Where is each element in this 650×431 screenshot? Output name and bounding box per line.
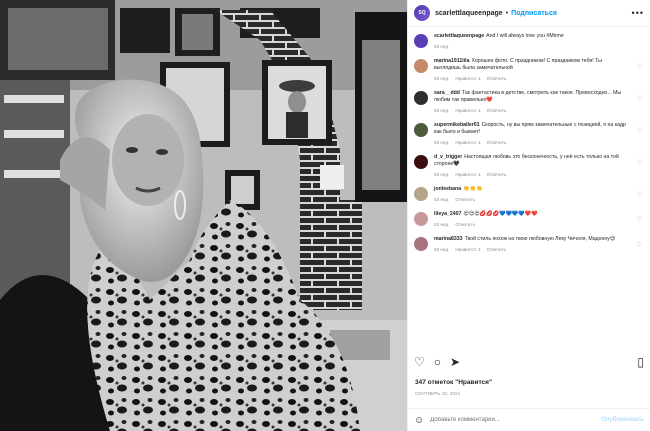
comment-meta: 53 нед. Нравится: 1 Ответить xyxy=(434,139,630,146)
likes-count[interactable]: 347 отметок "Нравится" xyxy=(415,379,492,386)
comment-action[interactable]: Ответить xyxy=(487,172,507,177)
comment-text: And I will always love you #Mirme xyxy=(486,33,564,39)
comment-text: Так фантастика в детстве, смотреть как т… xyxy=(434,90,622,103)
comment-meta: 53 нед. xyxy=(434,43,630,50)
comment-body: marina1911lila Хорошее фото. С праздником… xyxy=(434,58,644,82)
comment-meta: 53 нед. Ответить xyxy=(434,221,630,228)
comment-action[interactable]: Ответить xyxy=(487,140,507,145)
comment-item: lileya_2407 😍😍😍💋💋💋💙💙💙💙❤️❤️ 53 нед. Ответить… xyxy=(414,211,644,228)
commenter-username[interactable]: sara__ddd xyxy=(434,90,460,96)
post-photo[interactable] xyxy=(0,0,407,431)
comment-body: lileya_2407 😍😍😍💋💋💋💙💙💙💙❤️❤️ 53 нед. Ответить xyxy=(434,211,644,228)
commenter-avatar[interactable] xyxy=(414,155,428,169)
commenter-avatar[interactable] xyxy=(414,187,428,201)
comment-item: marina1911lila Хорошее фото. С праздником… xyxy=(414,58,644,82)
commenter-avatar[interactable] xyxy=(414,212,428,226)
commenter-username[interactable]: marina8333 xyxy=(434,236,463,242)
comment-time: 53 нед. xyxy=(434,197,450,202)
commenter-avatar[interactable] xyxy=(414,237,428,251)
comment-item: marina8333 Твой стиль похож на твою любов… xyxy=(414,236,644,253)
commenter-username[interactable]: scarlettlaqueenpage xyxy=(434,33,484,39)
comment-meta: 53 нед. Нравится: 1 Ответить xyxy=(434,246,630,253)
post-date: СЕНТЯБРЬ 10, 2021 xyxy=(415,391,461,396)
comment-time: 53 нед. xyxy=(434,44,450,49)
commenter-avatar[interactable] xyxy=(414,123,428,137)
comment-item: jonleebana 👏👏👏 53 нед. Ответить ♡ xyxy=(414,186,644,203)
emoji-icon[interactable]: ☺ xyxy=(414,415,424,426)
comment-meta: 53 нед. Нравится: 1 Ответить xyxy=(434,107,630,114)
comment-time: 53 нед. xyxy=(434,76,450,81)
comment-time: 53 нед. xyxy=(434,247,450,252)
comment-like-icon[interactable]: ♡ xyxy=(637,95,642,102)
comment-text: Твой стиль похож на твою любовную Леку Ч… xyxy=(464,236,616,242)
follow-button[interactable]: Подписаться xyxy=(511,10,557,17)
comment-body: marina8333 Твой стиль похож на твою любов… xyxy=(434,236,644,253)
comment-icon[interactable]: ○ xyxy=(434,356,441,368)
commenter-username[interactable]: d_v_trigger xyxy=(434,154,462,160)
comment-action[interactable]: Ответить xyxy=(455,197,475,202)
comment-action[interactable]: Нравится: 1 xyxy=(455,247,480,252)
comment-like-icon[interactable]: ♡ xyxy=(637,241,642,248)
author-username[interactable]: scarlettlaqueenpage xyxy=(435,10,503,17)
comment-action[interactable]: Ответить xyxy=(487,108,507,113)
instagram-post-view: SQ scarlettlaqueenpage • Подписаться •••… xyxy=(0,0,650,431)
save-icon[interactable]: ▯ xyxy=(637,356,644,368)
comment-item: scarlettlaqueenpage And I will always lov… xyxy=(414,33,644,50)
comment-body: scarlettlaqueenpage And I will always lov… xyxy=(434,33,644,50)
comment-item: d_v_trigger Настоящая любовь это бесконеч… xyxy=(414,154,644,178)
commenter-username[interactable]: supermikeballer01 xyxy=(434,122,480,128)
comment-action[interactable]: Ответить xyxy=(487,247,507,252)
comment-item: sara__ddd Так фантастика в детстве, смотр… xyxy=(414,90,644,114)
commenter-username[interactable]: lileya_2407 xyxy=(434,211,461,217)
comment-action[interactable]: Ответить xyxy=(455,222,475,227)
post-side-panel: SQ scarlettlaqueenpage • Подписаться •••… xyxy=(407,0,650,431)
commenter-username[interactable]: marina1911lila xyxy=(434,58,469,64)
comment-body: jonleebana 👏👏👏 53 нед. Ответить xyxy=(434,186,644,203)
comment-body: d_v_trigger Настоящая любовь это бесконеч… xyxy=(434,154,644,178)
commenter-username[interactable]: jonleebana xyxy=(434,186,461,192)
comment-time: 53 нед. xyxy=(434,172,450,177)
post-header: SQ scarlettlaqueenpage • Подписаться ••• xyxy=(408,0,650,27)
comment-meta: 53 нед. Нравится: 1 Ответить xyxy=(434,75,630,82)
comment-action[interactable]: Нравится: 1 xyxy=(455,140,480,145)
comment-meta: 53 нед. Ответить xyxy=(434,196,630,203)
comments-list[interactable]: scarlettlaqueenpage And I will always lov… xyxy=(408,28,650,346)
commenter-avatar[interactable] xyxy=(414,91,428,105)
author-avatar[interactable]: SQ xyxy=(414,5,430,21)
comment-like-icon[interactable]: ♡ xyxy=(637,216,642,223)
add-comment-bar: ☺ Опубликовать xyxy=(408,408,650,431)
comment-text: 👏👏👏 xyxy=(463,186,483,192)
comment-like-icon[interactable]: ♡ xyxy=(637,63,642,70)
publish-button[interactable]: Опубликовать xyxy=(601,417,644,423)
comment-time: 53 нед. xyxy=(434,140,450,145)
like-icon[interactable]: ♡ xyxy=(414,356,425,368)
comment-body: sara__ddd Так фантастика в детстве, смотр… xyxy=(434,90,644,114)
comment-like-icon[interactable]: ♡ xyxy=(637,127,642,134)
commenter-avatar[interactable] xyxy=(414,34,428,48)
comment-item: supermikeballer01 Скорость, ну вы прям за… xyxy=(414,122,644,146)
commenter-avatar[interactable] xyxy=(414,59,428,73)
comment-action[interactable]: Нравится: 1 xyxy=(455,172,480,177)
comment-action[interactable]: Ответить xyxy=(487,76,507,81)
comment-time: 53 нед. xyxy=(434,108,450,113)
comment-like-icon[interactable]: ♡ xyxy=(637,191,642,198)
comment-action[interactable]: Нравится: 1 xyxy=(455,108,480,113)
comment-text: 😍😍😍💋💋💋💙💙💙💙❤️❤️ xyxy=(463,211,538,217)
more-options-icon[interactable]: ••• xyxy=(632,8,644,18)
comment-time: 53 нед. xyxy=(434,222,450,227)
post-image xyxy=(0,0,407,431)
comment-action[interactable]: Нравится: 1 xyxy=(455,76,480,81)
comment-like-icon[interactable]: ♡ xyxy=(637,159,642,166)
comment-input[interactable] xyxy=(430,417,602,423)
separator-dot: • xyxy=(505,9,509,17)
comment-meta: 53 нед. Нравится: 1 Ответить xyxy=(434,171,630,178)
action-bar: ♡ ○ ➤ ▯ xyxy=(414,354,644,370)
comment-body: supermikeballer01 Скорость, ну вы прям за… xyxy=(434,122,644,146)
share-icon[interactable]: ➤ xyxy=(450,356,460,368)
